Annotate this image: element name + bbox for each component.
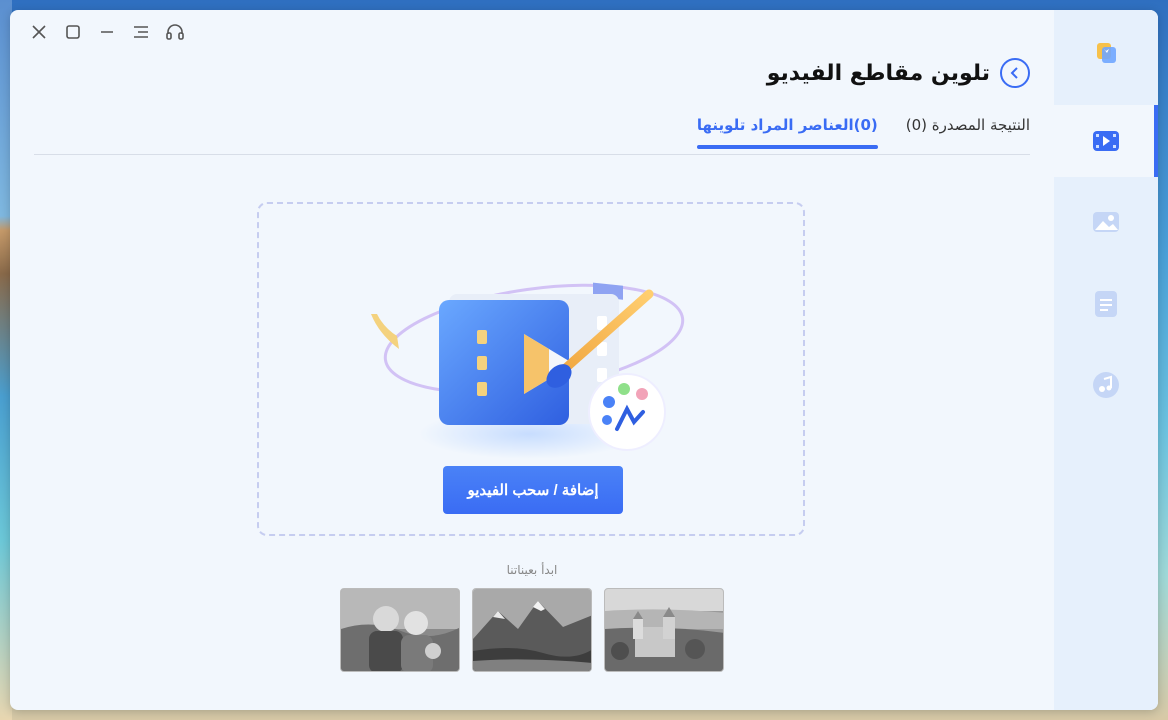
sidebar-item-music[interactable] [1054, 349, 1158, 421]
sidebar-item-toolbox[interactable] [1054, 16, 1158, 88]
sample-castle-thumbnail[interactable] [604, 588, 724, 672]
page-title: تلوين مقاطع الفيديو [766, 60, 990, 86]
add-video-button[interactable]: إضافة / سحب الفيديو [443, 466, 623, 514]
sample-couple-thumbnail[interactable] [340, 588, 460, 672]
chevron-left-icon [1010, 67, 1018, 79]
page-header: تلوين مقاطع الفيديو [767, 58, 1030, 88]
document-icon [1095, 291, 1117, 317]
tab-divider [34, 154, 1030, 155]
maximize-icon[interactable] [56, 20, 90, 44]
tab-exported-results[interactable]: النتيجة المصدرة (0) [906, 116, 1030, 148]
samples-label: ابدأ بعيناتنا [506, 563, 558, 577]
sample-mountains-thumbnail[interactable] [472, 588, 592, 672]
close-icon[interactable] [22, 20, 56, 44]
main-panel: تلوين مقاطع الفيديو النتيجة المصدرة (0) … [10, 10, 1054, 710]
sidebar [1054, 10, 1158, 710]
back-button[interactable] [1000, 58, 1030, 88]
app-window: تلوين مقاطع الفيديو النتيجة المصدرة (0) … [10, 10, 1158, 710]
minimize-icon[interactable] [90, 20, 124, 44]
menu-icon[interactable] [124, 20, 158, 44]
sidebar-item-video[interactable] [1054, 105, 1158, 177]
sample-thumbnails [340, 588, 724, 672]
toolbox-icon [1097, 43, 1116, 63]
tab-bar: النتيجة المصدرة (0) (0)العناصر المراد تل… [696, 116, 1030, 149]
video-dropzone[interactable]: إضافة / سحب الفيديو [257, 202, 805, 536]
colorize-video-illustration [371, 282, 685, 459]
headset-icon[interactable] [158, 20, 192, 44]
image-icon [1093, 212, 1119, 232]
tab-items-to-colorize[interactable]: (0)العناصر المراد تلوينها [696, 116, 878, 149]
video-icon [1093, 131, 1119, 151]
sidebar-item-image[interactable] [1054, 186, 1158, 258]
sidebar-item-document[interactable] [1054, 268, 1158, 340]
music-icon [1093, 372, 1119, 398]
window-controls [22, 20, 192, 44]
